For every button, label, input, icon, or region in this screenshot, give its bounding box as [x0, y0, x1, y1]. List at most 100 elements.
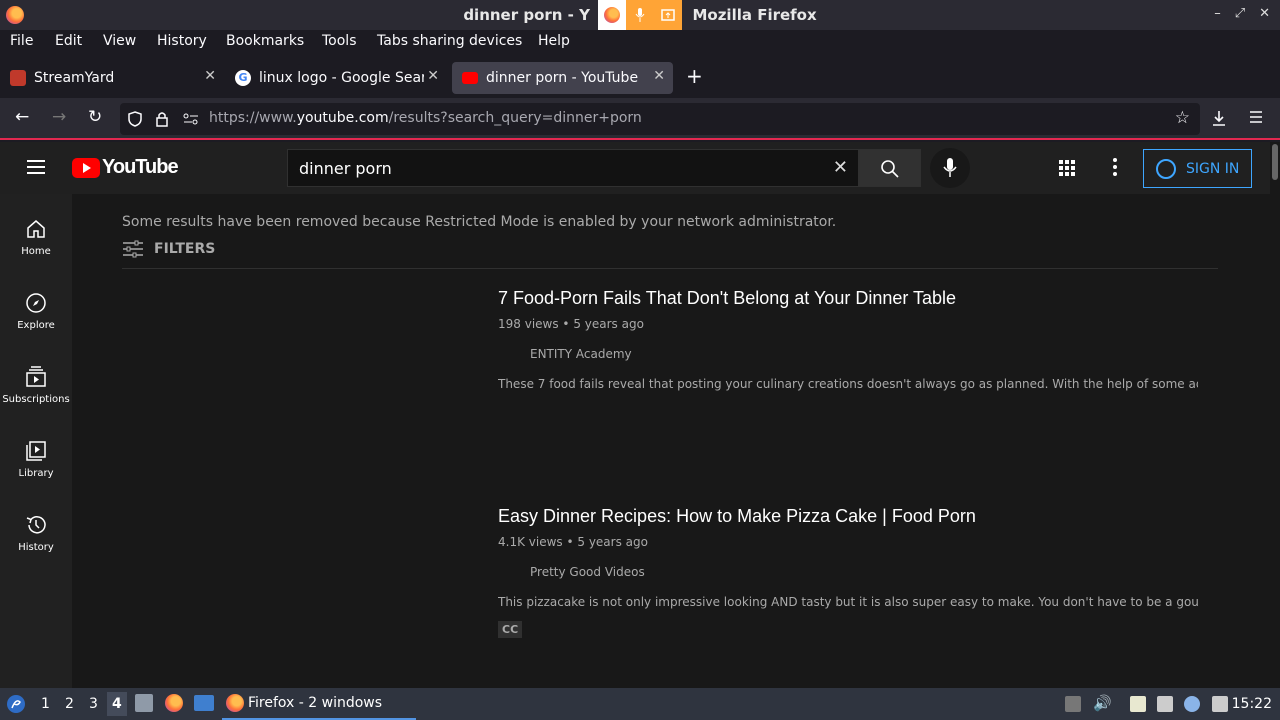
- maximize-icon[interactable]: ⤢: [1235, 6, 1245, 21]
- permissions-icon[interactable]: [183, 113, 199, 125]
- account-icon: [1156, 158, 1176, 179]
- url-bar[interactable]: https://www.youtube.com/results?search_q…: [120, 103, 1200, 135]
- workspace-1[interactable]: 1: [41, 696, 50, 712]
- settings-more-icon[interactable]: [1113, 158, 1117, 179]
- tab-label: StreamYard: [34, 70, 115, 86]
- start-menu-icon[interactable]: [6, 694, 26, 714]
- firefox-launcher-icon[interactable]: [165, 694, 183, 712]
- voice-search-button[interactable]: [930, 148, 970, 188]
- video-result[interactable]: Easy Dinner Recipes: How to Make Pizza C…: [498, 506, 1218, 638]
- close-icon[interactable]: ✕: [1259, 6, 1270, 21]
- window-titlebar: dinner porn - Y Mozilla Firefox – ⤢ ✕: [0, 0, 1280, 30]
- channel-name[interactable]: Pretty Good Videos: [498, 565, 1218, 579]
- apps-grid-icon[interactable]: [1059, 160, 1075, 176]
- video-title[interactable]: Easy Dinner Recipes: How to Make Pizza C…: [498, 506, 1218, 527]
- divider: [122, 268, 1218, 269]
- youtube-favicon: [462, 72, 478, 84]
- search-results: Some results have been removed because R…: [72, 194, 1270, 688]
- workspace-4[interactable]: 4: [107, 692, 127, 716]
- notifications-icon[interactable]: [1212, 696, 1228, 712]
- workspace-3[interactable]: 3: [89, 696, 98, 712]
- workspace-2[interactable]: 2: [65, 696, 74, 712]
- filter-icon: [123, 240, 143, 258]
- menu-view[interactable]: View: [103, 33, 136, 49]
- guide-item-library[interactable]: Library: [0, 440, 72, 479]
- channel-name[interactable]: ENTITY Academy: [498, 347, 1218, 361]
- desktop-icon[interactable]: [194, 695, 214, 711]
- clipboard-icon[interactable]: [1130, 696, 1146, 712]
- guide-item-history[interactable]: History: [0, 514, 72, 553]
- close-tab-icon[interactable]: ✕: [653, 68, 665, 84]
- youtube-masthead: YouTube dinner porn ✕ SIGN IN: [0, 142, 1270, 194]
- tab-label: dinner porn - YouTube: [486, 70, 639, 86]
- window-title-suffix: Mozilla Firefox: [692, 6, 817, 24]
- menu-edit[interactable]: Edit: [55, 33, 82, 49]
- search-input[interactable]: dinner porn: [299, 159, 392, 178]
- search-box[interactable]: dinner porn ✕: [287, 149, 859, 187]
- menu-bookmarks[interactable]: Bookmarks: [226, 33, 304, 49]
- microphone-icon: [943, 158, 957, 177]
- microphone-sharing-icon[interactable]: [626, 0, 654, 30]
- screen-sharing-icon[interactable]: [654, 0, 682, 30]
- window-title-text: dinner porn - Y: [463, 6, 590, 24]
- home-icon: [27, 220, 45, 238]
- page-scrollbar[interactable]: [1270, 142, 1280, 688]
- scrollbar-thumb[interactable]: [1272, 144, 1278, 180]
- sign-in-label: SIGN IN: [1186, 160, 1240, 177]
- close-tab-icon[interactable]: ✕: [427, 68, 439, 84]
- bookmark-star-icon[interactable]: ☆: [1175, 108, 1190, 128]
- tray-app-icon[interactable]: [1065, 696, 1081, 712]
- video-meta: 198 views • 5 years ago: [498, 317, 644, 331]
- clock[interactable]: 15:22: [1232, 696, 1272, 712]
- guide-menu-icon[interactable]: [27, 160, 45, 174]
- forward-button[interactable]: →: [52, 107, 66, 127]
- tab-label: linux logo - Google Search: [259, 70, 424, 86]
- guide-item-home[interactable]: Home: [0, 218, 72, 257]
- file-manager-icon[interactable]: [135, 694, 153, 712]
- menu-tabs-sharing-devices[interactable]: Tabs sharing devices: [377, 33, 522, 49]
- google-favicon: G: [235, 70, 251, 86]
- navigation-toolbar: ← → ↻ https://www.youtube.com/results?se…: [0, 98, 1280, 140]
- network-icon[interactable]: [1157, 696, 1173, 712]
- tab-streamyard[interactable]: StreamYard ✕: [0, 62, 224, 94]
- sharing-firefox-icon[interactable]: [598, 0, 626, 30]
- app-menu-icon[interactable]: [1249, 111, 1263, 123]
- guide-item-label: Home: [21, 246, 51, 257]
- downloads-icon[interactable]: [1212, 110, 1226, 126]
- minimize-icon[interactable]: –: [1214, 6, 1221, 21]
- guide-item-explore[interactable]: Explore: [0, 292, 72, 331]
- clear-search-icon[interactable]: ✕: [833, 157, 848, 178]
- upload-age: 5 years ago: [577, 535, 648, 549]
- sharing-indicator[interactable]: [598, 0, 682, 30]
- guide-sidebar: Home Explore Subscriptions Library Histo…: [0, 194, 72, 688]
- menu-history[interactable]: History: [157, 33, 207, 49]
- new-tab-button[interactable]: +: [686, 64, 703, 88]
- lock-icon[interactable]: [156, 111, 168, 127]
- youtube-logo[interactable]: YouTube: [72, 156, 179, 179]
- tab-youtube[interactable]: dinner porn - YouTube ✕: [452, 62, 673, 94]
- menu-file[interactable]: File: [10, 33, 33, 49]
- sign-in-button[interactable]: SIGN IN: [1143, 149, 1252, 188]
- menu-help[interactable]: Help: [538, 33, 570, 49]
- filters-button[interactable]: FILTERS: [122, 240, 215, 258]
- close-tab-icon[interactable]: ✕: [204, 68, 216, 84]
- back-button[interactable]: ←: [15, 107, 29, 127]
- guide-item-subscriptions[interactable]: Subscriptions: [0, 366, 72, 405]
- youtube-play-icon: [72, 157, 100, 178]
- update-notifier-icon[interactable]: [1184, 696, 1200, 712]
- video-title[interactable]: 7 Food-Porn Fails That Don't Belong at Y…: [498, 288, 1218, 309]
- video-meta: 4.1K views • 5 years ago: [498, 535, 648, 549]
- filters-label: FILTERS: [154, 241, 216, 257]
- video-result[interactable]: 7 Food-Porn Fails That Don't Belong at Y…: [498, 288, 1218, 391]
- compass-icon: [26, 293, 46, 313]
- youtube-logo-text: YouTube: [102, 156, 179, 178]
- menu-tools[interactable]: Tools: [322, 33, 357, 49]
- volume-icon[interactable]: 🔊: [1093, 694, 1112, 712]
- taskbar-firefox-task[interactable]: Firefox - 2 windows: [222, 688, 416, 720]
- url-text: https://www.youtube.com/results?search_q…: [209, 110, 642, 126]
- reload-button[interactable]: ↻: [88, 107, 102, 127]
- tab-google-search[interactable]: G linux logo - Google Search ✕: [225, 62, 447, 94]
- tracking-shield-icon[interactable]: [128, 111, 142, 127]
- video-description: This pizzacake is not only impressive lo…: [498, 595, 1198, 609]
- search-button[interactable]: [859, 149, 921, 187]
